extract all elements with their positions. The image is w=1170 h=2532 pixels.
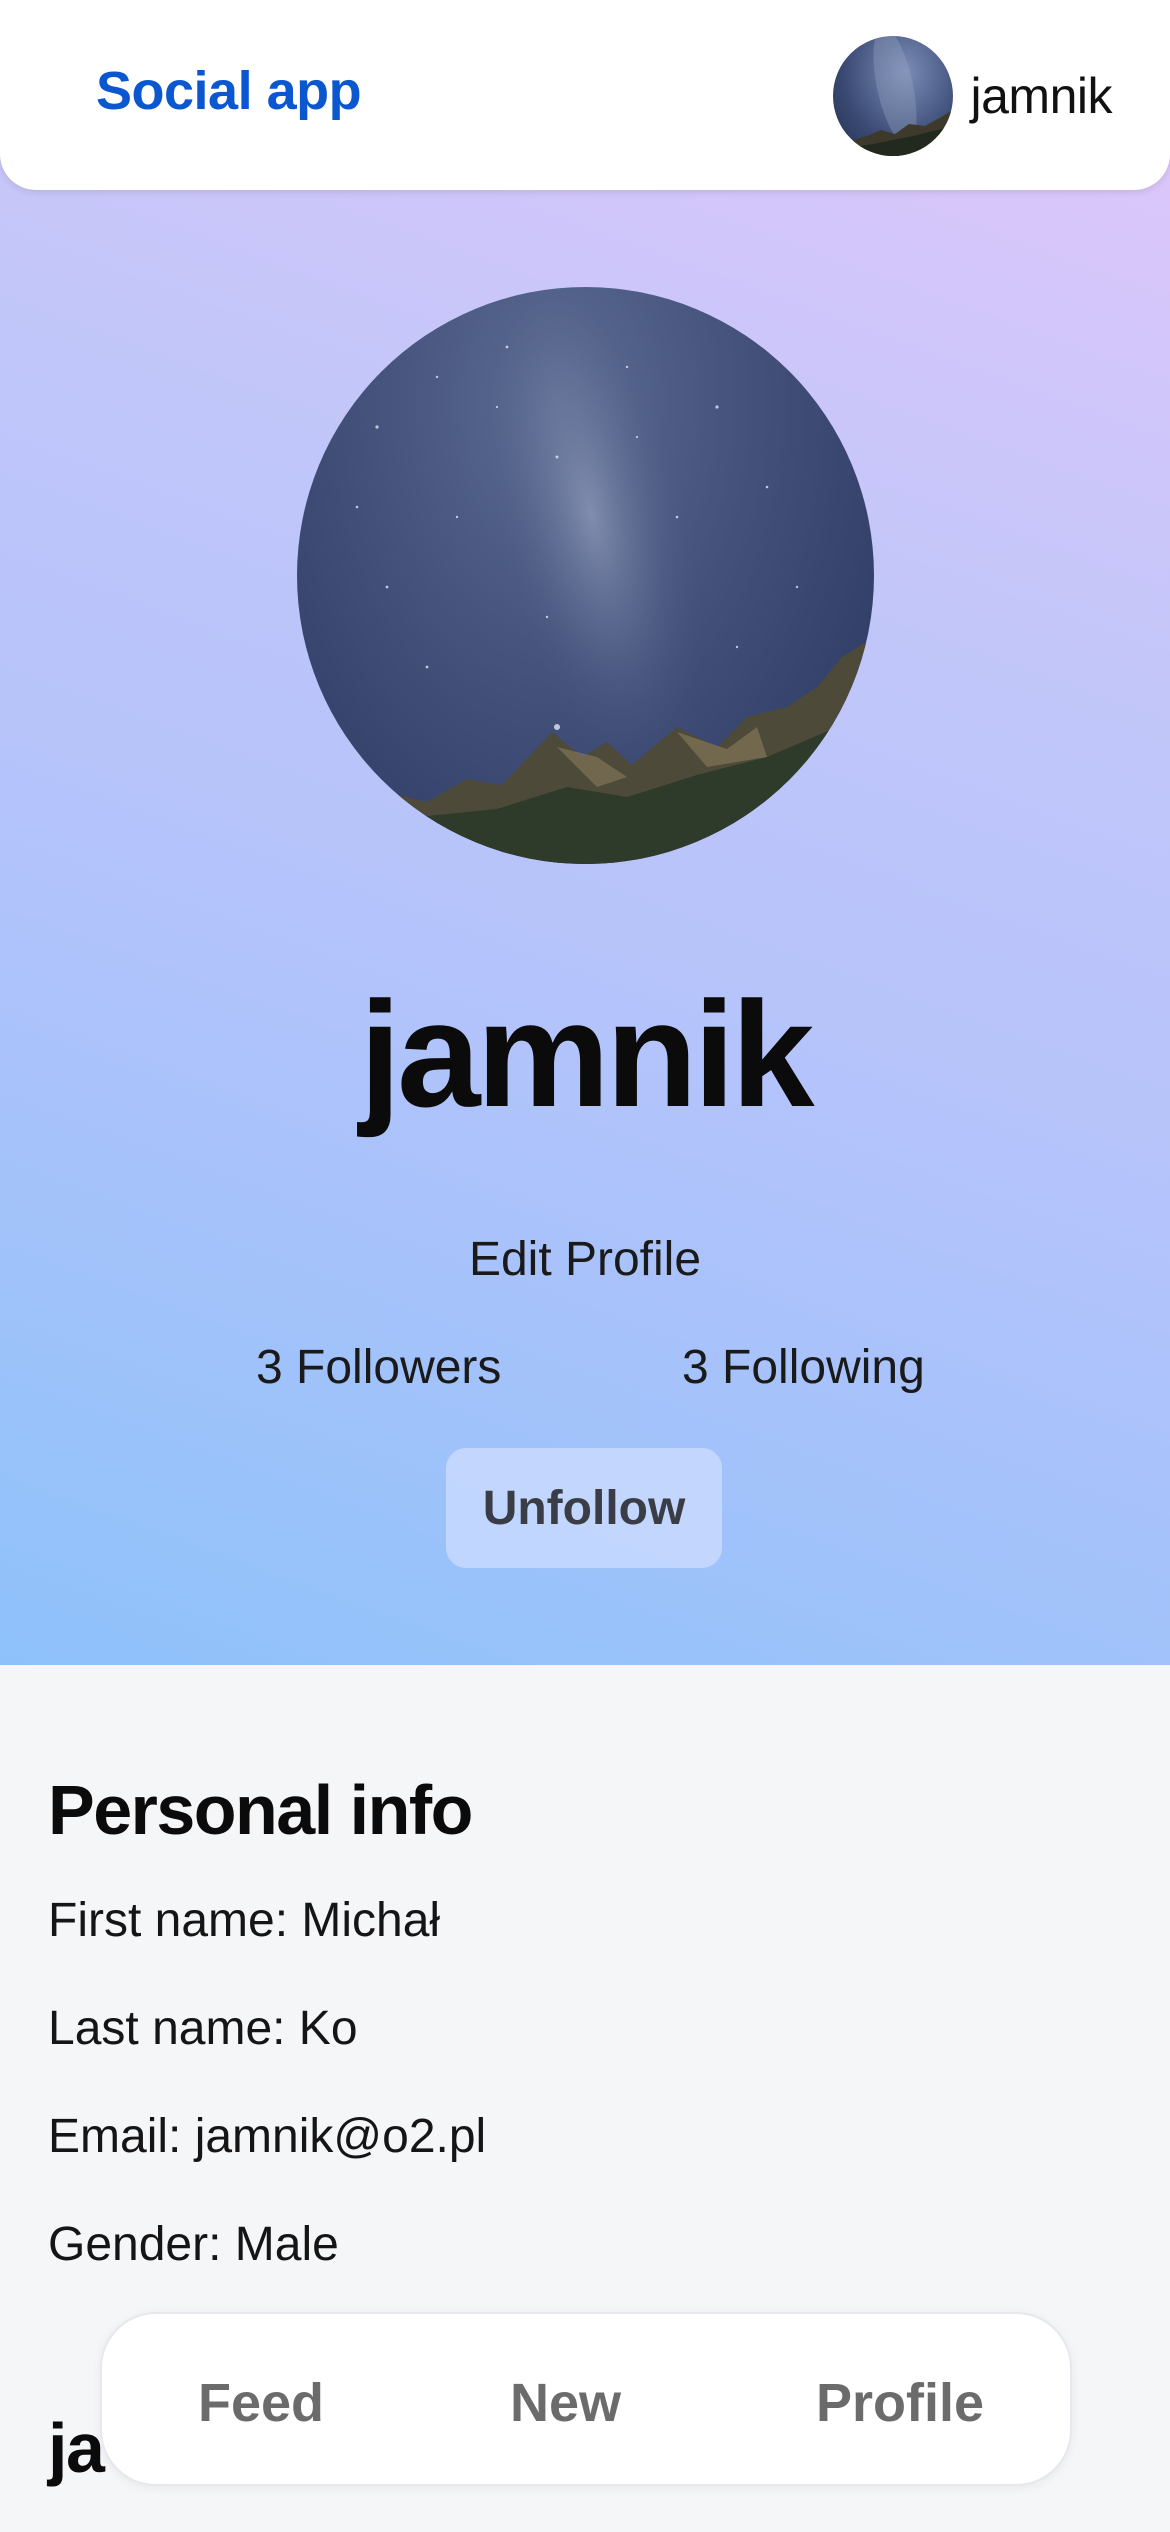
- bottom-navigation: Feed New Profile: [100, 2312, 1072, 2486]
- nav-profile[interactable]: Profile: [816, 2372, 984, 2434]
- profile-hero: jamnik Edit Profile 3 Followers 3 Follow…: [0, 0, 1170, 1665]
- brand-logo[interactable]: Social app: [96, 60, 362, 122]
- profile-name: jamnik: [359, 970, 814, 1138]
- top-app-bar: Social app jamnik: [0, 0, 1170, 190]
- info-gender: Gender: Male: [48, 2218, 339, 2271]
- info-email: Email: jamnik@o2.pl: [48, 2110, 487, 2163]
- personal-info-title: Personal info: [48, 1771, 473, 1849]
- info-last-name: Last name: Ko: [48, 2002, 358, 2055]
- edit-profile-link[interactable]: Edit Profile: [0, 1232, 1170, 1287]
- followers-link[interactable]: 3 Followers: [256, 1340, 501, 1395]
- avatar[interactable]: [832, 36, 953, 156]
- current-username: jamnik: [970, 68, 1113, 124]
- nav-feed[interactable]: Feed: [198, 2372, 324, 2434]
- personal-info-section: Personal info First name: Michał Last na…: [48, 1770, 1122, 2328]
- unfollow-button[interactable]: Unfollow: [446, 1448, 722, 1568]
- info-first-name: First name: Michał: [48, 1894, 441, 1947]
- nav-new[interactable]: New: [510, 2372, 621, 2434]
- profile-avatar-large: [297, 287, 874, 864]
- current-user-chip[interactable]: jamnik: [832, 36, 1113, 156]
- following-link[interactable]: 3 Following: [682, 1340, 925, 1395]
- posts-section-title: ja: [48, 2409, 105, 2487]
